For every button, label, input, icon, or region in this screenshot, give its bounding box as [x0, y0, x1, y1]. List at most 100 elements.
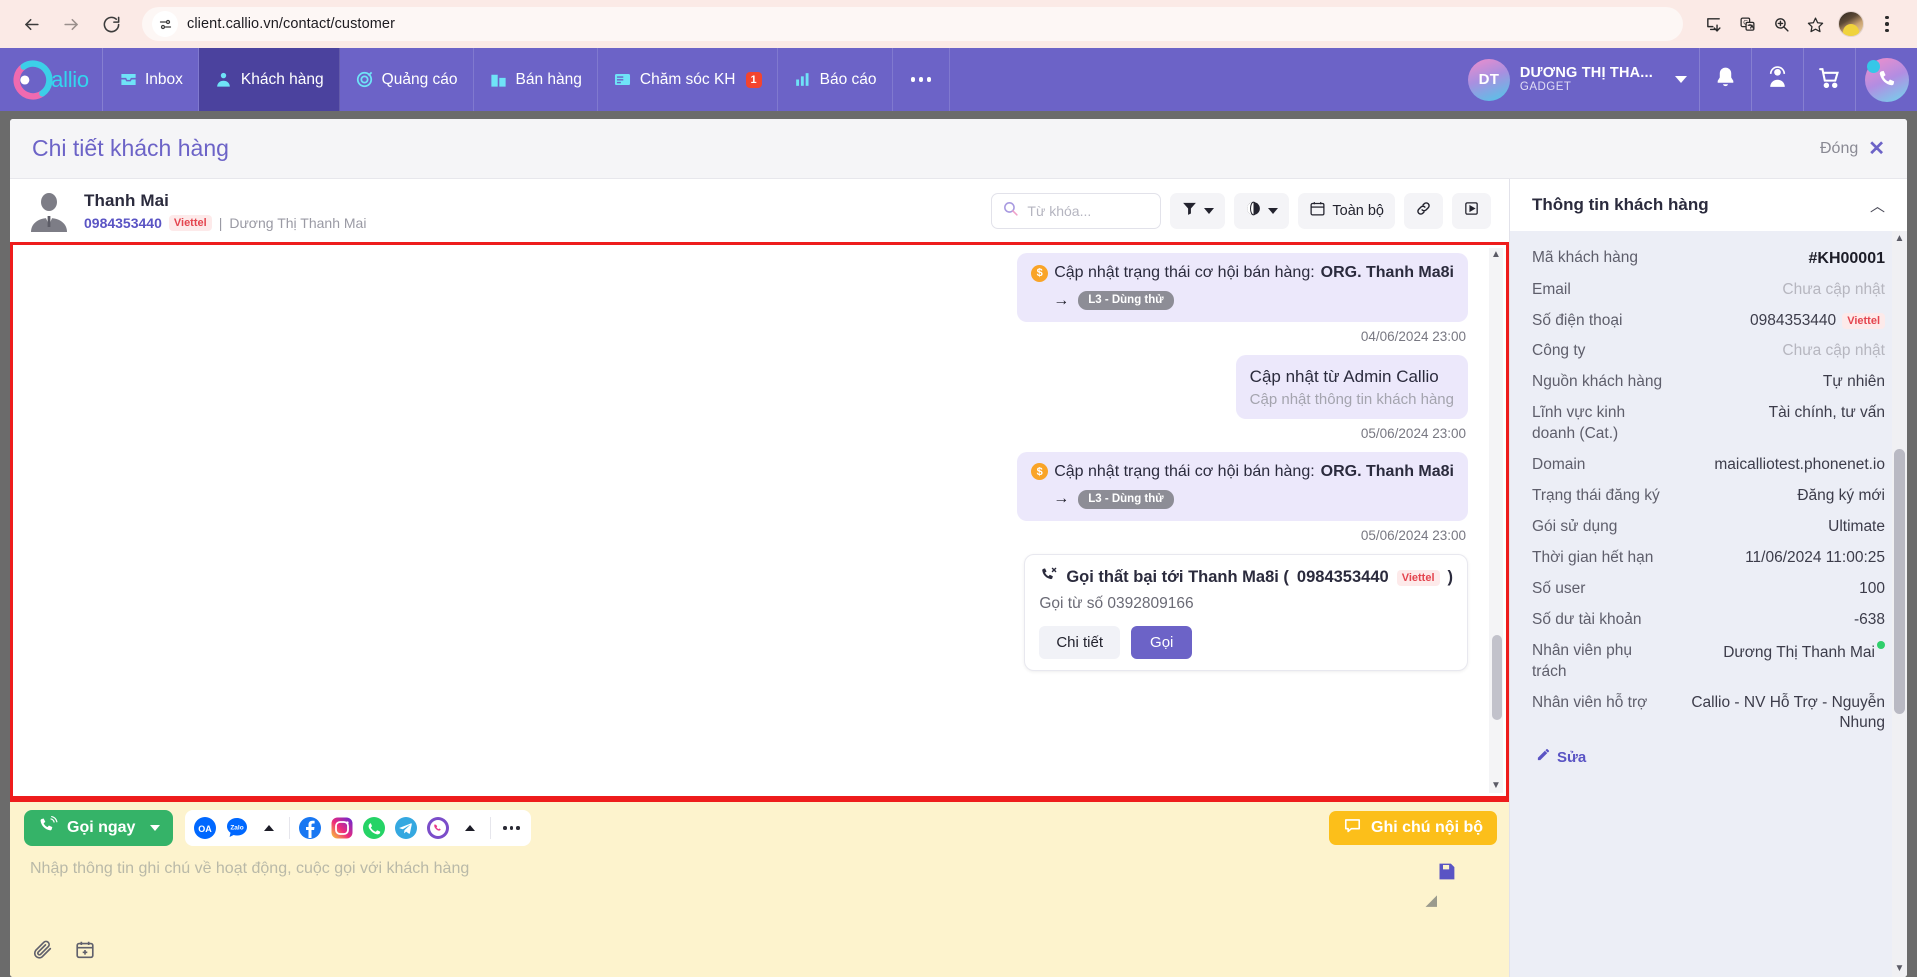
internal-note-button[interactable]: Ghi chú nội bộ	[1329, 811, 1497, 845]
calendar-plus-icon[interactable]	[74, 939, 96, 961]
timeline-scroll-thumb[interactable]	[1492, 635, 1502, 720]
inbox-icon	[118, 70, 138, 90]
customer-info-list: Mã khách hàng #KH00001 Email Chưa cập nh…	[1510, 231, 1907, 977]
info-row: Công ty Chưa cập nhật	[1532, 336, 1885, 367]
telegram-icon[interactable]	[391, 813, 421, 843]
facebook-icon[interactable]	[295, 813, 325, 843]
paperclip-icon[interactable]	[32, 939, 54, 961]
info-row: Email Chưa cập nhật	[1532, 275, 1885, 306]
instagram-icon[interactable]	[327, 813, 357, 843]
brand-text: allio	[51, 66, 89, 92]
deal-update-bubble[interactable]: $ Cập nhật trạng thái cơ hội bán hàng: O…	[1017, 451, 1468, 521]
scroll-down-icon[interactable]: ▼	[1895, 964, 1905, 974]
chat-bubble-icon	[1343, 816, 1362, 840]
timeline-item: Gọi thất bại tới Thanh Ma8i ( 0984353440…	[13, 553, 1468, 671]
callio-logo[interactable]: allio	[0, 48, 103, 111]
dialer-button[interactable]	[1855, 48, 1917, 111]
info-key: Số điện thoại	[1532, 311, 1623, 329]
edit-customer-button[interactable]: Sửa	[1532, 739, 1885, 777]
bookmark-star-icon[interactable]	[1799, 8, 1831, 40]
filter-button[interactable]	[1170, 192, 1226, 229]
close-button[interactable]: Đóng ✕	[1820, 139, 1885, 159]
zalo-oa-icon[interactable]: OA	[190, 813, 220, 843]
support-agent-button[interactable]	[1751, 48, 1803, 111]
activity-timeline[interactable]: $ Cập nhật trạng thái cơ hội bán hàng: O…	[13, 245, 1506, 796]
info-value: Đăng ký mới	[1797, 487, 1885, 505]
more-dots-icon[interactable]	[496, 813, 526, 843]
app-header: allio Inbox Khách hàng Quảng cáo Bán hàn…	[0, 48, 1917, 111]
call-now-button[interactable]: Gọi ngay	[24, 810, 174, 846]
info-row: Số dư tài khoản -638	[1532, 605, 1885, 636]
kebab-menu-icon[interactable]	[1871, 8, 1903, 40]
info-value: #KH00001	[1808, 250, 1886, 267]
customer-detail-panel: Chi tiết khách hàng Đóng ✕ Thanh Mai 098…	[10, 119, 1907, 977]
chevron-down-icon[interactable]	[150, 825, 161, 831]
nav-label: Inbox	[145, 70, 183, 88]
nav-item-bao-cao[interactable]: Báo cáo	[778, 48, 893, 111]
customer-info-header[interactable]: Thông tin khách hàng ︿	[1510, 179, 1907, 231]
activity-toolbar: Từ khóa... Toàn bộ	[991, 192, 1491, 229]
support-ticket-icon	[613, 70, 633, 90]
divider	[490, 817, 492, 839]
info-scroll-thumb[interactable]	[1894, 449, 1905, 714]
headset-agent-icon	[1765, 65, 1790, 95]
nav-item-quang-cao[interactable]: Quảng cáo	[340, 48, 474, 111]
chevron-down-icon[interactable]	[1675, 76, 1687, 83]
profile-avatar[interactable]	[1838, 11, 1864, 37]
scroll-down-icon[interactable]: ▼	[1491, 781, 1501, 791]
nav-item-ban-hang[interactable]: Bán hàng	[474, 48, 598, 111]
reload-icon[interactable]	[94, 7, 128, 41]
channel-filter-button[interactable]	[1234, 192, 1290, 229]
user-menu[interactable]: DT DƯƠNG THỊ THA... GADGET	[1460, 48, 1699, 111]
notifications-button[interactable]	[1699, 48, 1751, 111]
contact-name: Thanh Mai	[84, 190, 169, 210]
up-caret-icon[interactable]	[254, 813, 284, 843]
scroll-up-icon[interactable]: ▲	[1895, 234, 1905, 244]
close-icon[interactable]: ✕	[1868, 139, 1885, 159]
info-key: Nhân viên hỗ trợ	[1532, 693, 1648, 711]
call-detail-button[interactable]: Chi tiết	[1039, 625, 1121, 659]
call-title-suffix: )	[1447, 568, 1454, 587]
address-bar[interactable]: client.callio.vn/contact/customer	[142, 7, 1683, 41]
call-button[interactable]: Gọi	[1131, 625, 1193, 659]
contact-phone[interactable]: 0984353440	[84, 215, 162, 231]
viber-icon[interactable]	[423, 813, 453, 843]
up-caret-icon[interactable]	[455, 813, 485, 843]
activity-timeline-highlight: $ Cập nhật trạng thái cơ hội bán hàng: O…	[10, 242, 1509, 799]
search-input[interactable]: Từ khóa...	[991, 192, 1162, 229]
nav-item-cham-soc-kh[interactable]: Chăm sóc KH 1	[598, 48, 778, 111]
back-arrow-icon[interactable]	[14, 7, 48, 41]
info-update-bubble[interactable]: Cập nhật từ Admin Callio Cập nhật thông …	[1235, 355, 1468, 419]
deal-update-bubble[interactable]: $ Cập nhật trạng thái cơ hội bán hàng: O…	[1017, 253, 1468, 322]
missed-call-bubble[interactable]: Gọi thất bại tới Thanh Ma8i ( 0984353440…	[1024, 553, 1468, 671]
whatsapp-icon[interactable]	[359, 813, 389, 843]
callio-mark-icon	[13, 59, 53, 100]
info-row: Nguồn khách hàng Tự nhiên	[1532, 367, 1885, 398]
cart-button[interactable]	[1803, 48, 1855, 111]
save-disk-icon[interactable]	[1436, 861, 1457, 887]
forward-arrow-icon[interactable]	[54, 7, 88, 41]
install-icon[interactable]	[1697, 8, 1729, 40]
site-settings-icon[interactable]	[152, 11, 178, 37]
pencil-icon	[1536, 747, 1551, 767]
info-key: Lĩnh vực kinh doanh (Cat.)	[1532, 404, 1626, 443]
note-textarea[interactable]: Nhập thông tin ghi chú về hoạt động, cuộ…	[10, 852, 1509, 939]
user-name: DƯƠNG THỊ THA...	[1519, 64, 1653, 81]
online-status-dot	[1877, 640, 1885, 649]
contact-alias: Dương Thị Thanh Mai	[229, 214, 367, 231]
translate-icon[interactable]: G	[1731, 8, 1763, 40]
date-range-button[interactable]: Toàn bộ	[1298, 192, 1395, 229]
link-button[interactable]	[1404, 192, 1443, 229]
zoom-icon[interactable]	[1765, 8, 1797, 40]
resize-handle[interactable]: ◢	[1425, 891, 1437, 909]
nav-item-khach-hang[interactable]: Khách hàng	[198, 48, 340, 111]
nav-more-button[interactable]	[893, 48, 951, 111]
scroll-up-icon[interactable]: ▲	[1491, 250, 1501, 260]
info-title: Cập nhật từ Admin Callio	[1249, 367, 1439, 386]
info-value: Ultimate	[1828, 517, 1885, 535]
chevron-up-icon[interactable]: ︿	[1870, 195, 1885, 216]
video-button[interactable]	[1452, 192, 1491, 229]
zalo-icon[interactable]: Zalo	[222, 813, 252, 843]
nav-item-inbox[interactable]: Inbox	[103, 48, 199, 111]
deal-stage-pill: L3 - Dùng thử	[1078, 291, 1174, 310]
